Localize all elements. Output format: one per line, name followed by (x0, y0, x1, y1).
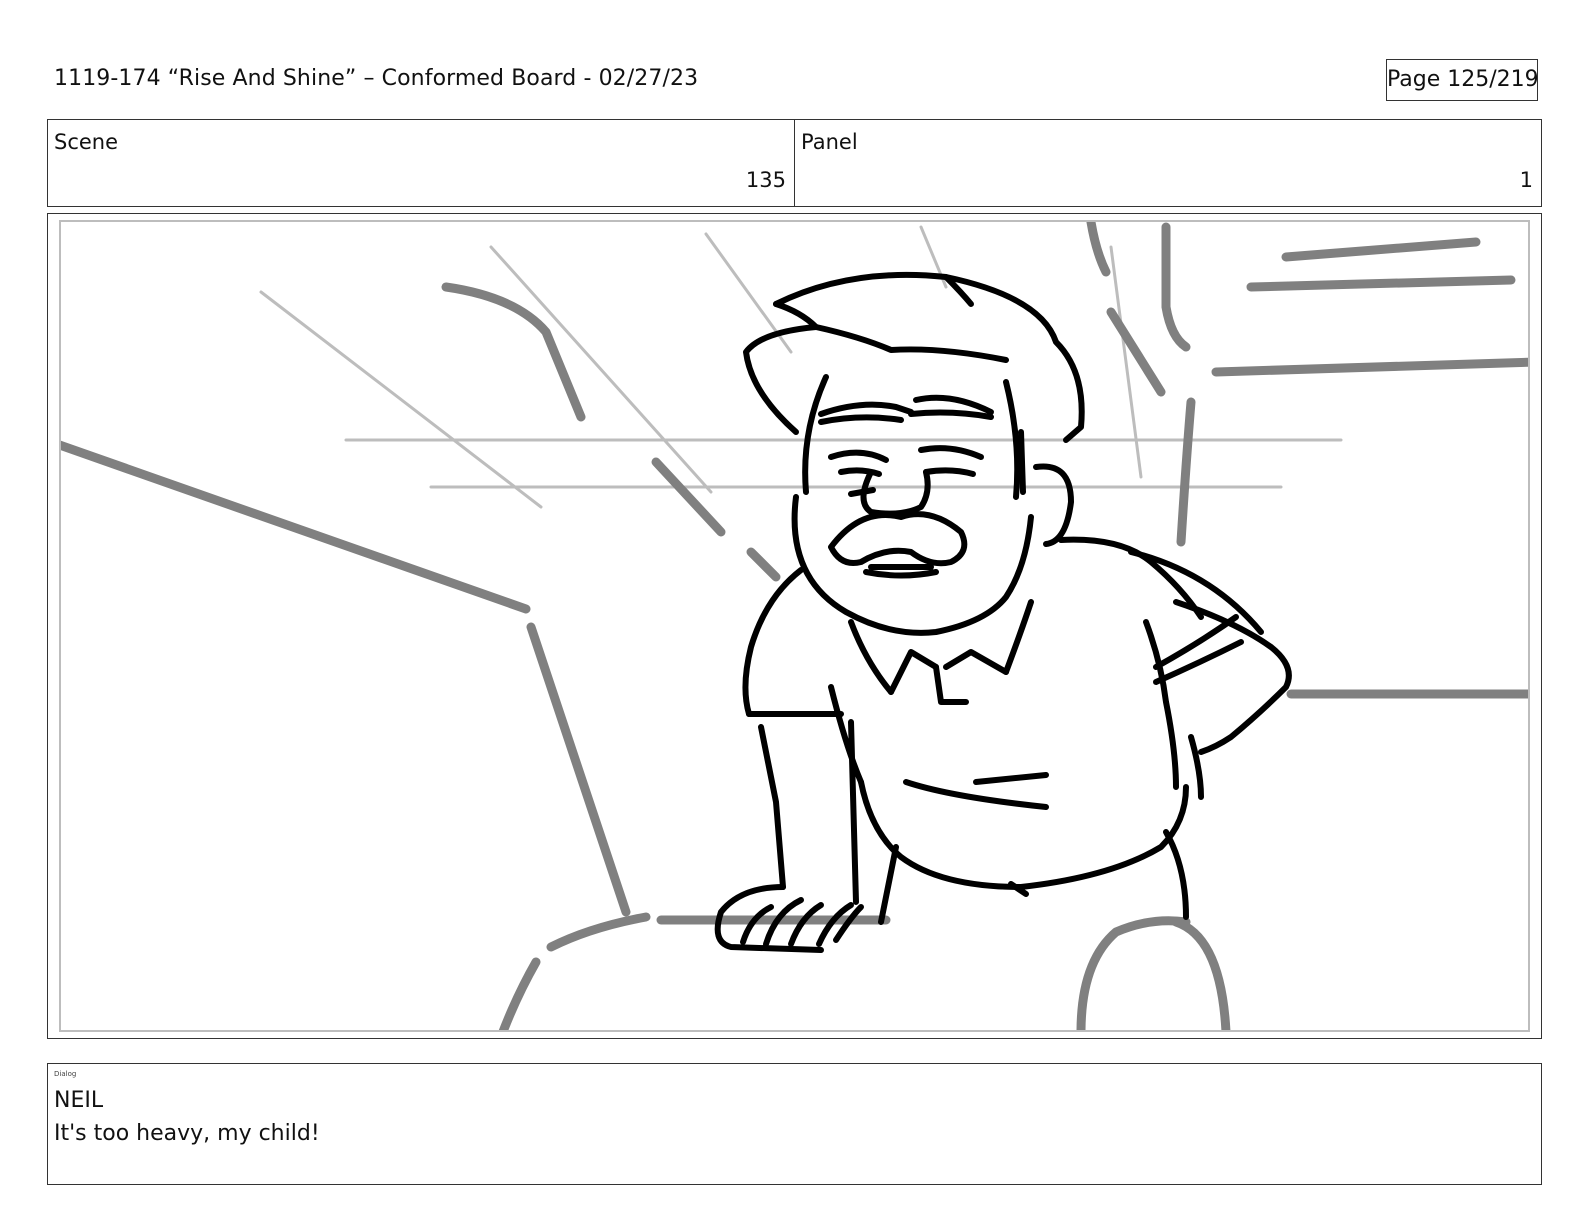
scene-panel-header: Scene 135 Panel 1 (47, 119, 1542, 207)
background-strokes (61, 222, 1528, 1030)
dialog-speaker: NEIL (54, 1088, 104, 1113)
character-sketch (61, 222, 1528, 1030)
panel-cell: Panel 1 (795, 120, 1541, 206)
storyboard-panel-image (59, 220, 1530, 1032)
scene-label: Scene (54, 130, 119, 154)
document-title: 1119-174 “Rise And Shine” – Conformed Bo… (54, 66, 699, 91)
dialog-tag: Dialog (54, 1070, 77, 1078)
panel-number: 1 (1519, 168, 1533, 192)
guide-lines (259, 225, 1343, 509)
panel-label: Panel (801, 130, 858, 154)
dialog-line: It's too heavy, my child! (54, 1121, 320, 1146)
character-line-art (714, 271, 1292, 953)
page-indicator: Page 125/219 (1386, 59, 1539, 101)
storyboard-frame (47, 213, 1542, 1039)
scene-number: 135 (745, 168, 786, 192)
scene-cell: Scene 135 (48, 120, 795, 206)
dialog-box: Dialog NEIL It's too heavy, my child! (47, 1063, 1542, 1185)
